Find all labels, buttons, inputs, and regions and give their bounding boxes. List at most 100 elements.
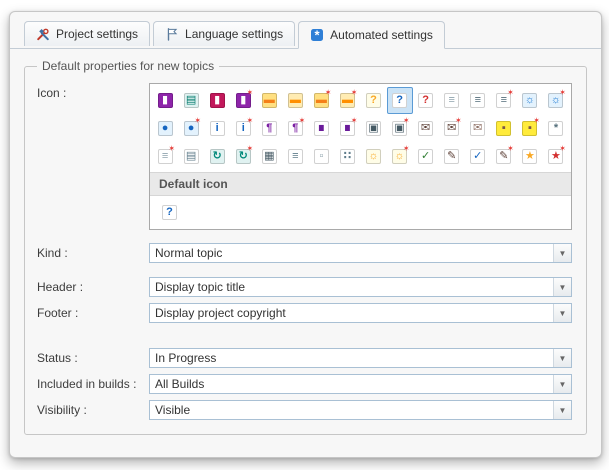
tab-bar: Project settings Language settings * Aut… — [10, 12, 601, 49]
star-page-icon[interactable]: ★ — [517, 143, 543, 170]
status-select[interactable]: In Progress ▼ — [149, 348, 572, 368]
icon-glyph: ☼ — [392, 149, 408, 164]
bookmark-icon[interactable]: ∎ — [308, 115, 334, 142]
icon-glyph: ↻ — [235, 149, 251, 164]
visibility-select[interactable]: Visible ▼ — [149, 400, 572, 420]
icon-glyph: ▤ — [183, 149, 199, 164]
sent-mail-icon[interactable]: ✉ — [465, 115, 491, 142]
header-select[interactable]: Display topic title ▼ — [149, 277, 572, 297]
mail-icon[interactable]: ✉ — [413, 115, 439, 142]
chevron-down-icon[interactable]: ▼ — [553, 278, 571, 296]
chevron-down-icon[interactable]: ▼ — [553, 304, 571, 322]
header-value: Display topic title — [155, 280, 246, 294]
icon-glyph: ▦ — [261, 149, 277, 164]
screen-icon[interactable]: ▣ — [361, 115, 387, 142]
new-target-icon[interactable]: ● ✶ — [178, 115, 204, 142]
kind-select[interactable]: Normal topic ▼ — [149, 243, 572, 263]
settings-dialog: Project settings Language settings * Aut… — [9, 11, 602, 458]
small-page-icon[interactable]: ▫ — [308, 143, 334, 170]
new-info-icon[interactable]: i ✶ — [230, 115, 256, 142]
icon-label: Icon : — [37, 86, 67, 100]
edit-page-icon[interactable]: ✎ — [439, 143, 465, 170]
new-open-folder-icon[interactable]: ▬ ✶ — [334, 87, 360, 114]
icon-glyph: ✓ — [470, 149, 486, 164]
new-mail-icon[interactable]: ✉ ✶ — [439, 115, 465, 142]
icon-glyph: ? — [392, 93, 408, 108]
info-icon[interactable]: i — [204, 115, 230, 142]
icon-glyph: ? — [418, 93, 434, 108]
check-page-icon[interactable]: ✓ — [413, 143, 439, 170]
copy-pages-icon[interactable]: ▤ — [178, 143, 204, 170]
pink-book-icon[interactable]: ▮ — [204, 87, 230, 114]
folder-icon[interactable]: ▬ — [256, 87, 282, 114]
chevron-down-icon[interactable]: ▼ — [553, 375, 571, 393]
new-refresh-icon[interactable]: ↻ ✶ — [230, 143, 256, 170]
status-value: In Progress — [155, 351, 217, 365]
help-topic-yellow-icon[interactable]: ? — [361, 87, 387, 114]
tab-label: Language settings — [185, 27, 284, 41]
icon-grid: ▮ ▤ ▮ ▮ ✶ ▬ ▬ ▬ ✶ ▬ ✶??? ≡ ≡ ≡ ✶ ☼ ☼ ✶ ● ● ✶ i i ✶ ¶ ¶ ✶ ∎ ∎ ✶ ▣ ▣ ✶ ✉ ✉ ✶ ✉… — [150, 84, 571, 172]
open-folder-icon[interactable]: ▬ — [282, 87, 308, 114]
icon-glyph: ☼ — [522, 93, 538, 108]
gear-icon[interactable]: * — [543, 115, 569, 142]
chevron-down-icon[interactable]: ▼ — [553, 244, 571, 262]
icon-glyph: ▬ — [261, 93, 277, 108]
icon-glyph: ≡ — [287, 149, 303, 164]
tab-automated-settings[interactable]: * Automated settings — [298, 21, 445, 49]
new-note-icon[interactable]: ¶ ✶ — [282, 115, 308, 142]
lock-icon[interactable]: ▪ — [491, 115, 517, 142]
builds-label: Included in builds : — [37, 377, 137, 391]
icon-glyph: ∷ — [339, 149, 355, 164]
builds-select[interactable]: All Builds ▼ — [149, 374, 572, 394]
icon-glyph: ★ — [548, 149, 564, 164]
new-page-icon[interactable]: ≡ ✶ — [491, 87, 517, 114]
new-screen-icon[interactable]: ▣ ✶ — [387, 115, 413, 142]
new-folder-icon[interactable]: ▬ ✶ — [308, 87, 334, 114]
chevron-down-icon[interactable]: ▼ — [553, 401, 571, 419]
icon-glyph: ✉ — [418, 121, 434, 136]
new-special-icon[interactable]: ★ ✶ — [543, 143, 569, 170]
snippet-icon[interactable]: ∷ — [334, 143, 360, 170]
help-topic-red-icon[interactable]: ? — [413, 87, 439, 114]
note-icon[interactable]: ¶ — [256, 115, 282, 142]
builds-value: All Builds — [155, 377, 205, 391]
new-topic-icon[interactable]: ≡ ✶ — [152, 143, 178, 170]
tab-language-settings[interactable]: Language settings — [153, 21, 296, 46]
page-icon[interactable]: ≡ — [439, 87, 465, 114]
new-book-icon[interactable]: ▮ ✶ — [230, 87, 256, 114]
new-idea-icon[interactable]: ☼ ✶ — [387, 143, 413, 170]
footer-select[interactable]: Display project copyright ▼ — [149, 303, 572, 323]
default-icon-row: ? — [150, 196, 571, 229]
visibility-label: Visibility : — [37, 403, 87, 417]
chevron-down-icon[interactable]: ▼ — [553, 349, 571, 367]
icon-glyph: ¶ — [287, 121, 303, 136]
icon-glyph: i — [235, 121, 251, 136]
icon-picker: ▮ ▤ ▮ ▮ ✶ ▬ ▬ ▬ ✶ ▬ ✶??? ≡ ≡ ≡ ✶ ☼ ☼ ✶ ● ● ✶ i i ✶ ¶ ¶ ✶ ∎ ∎ ✶ ▣ ▣ ✶ ✉ ✉ ✶ ✉… — [149, 83, 572, 230]
approved-page-icon[interactable]: ✓ — [465, 143, 491, 170]
tab-project-settings[interactable]: Project settings — [24, 21, 151, 46]
help-topic-blue-icon[interactable]: ? — [386, 87, 413, 114]
icon-glyph: * — [548, 121, 564, 136]
icon-glyph: ≡ — [496, 93, 512, 108]
new-web-topic-icon[interactable]: ☼ ✶ — [543, 87, 569, 114]
refresh-icon[interactable]: ↻ — [204, 143, 230, 170]
new-lock-icon[interactable]: ▪ ✶ — [517, 115, 543, 142]
icon-glyph: ∎ — [313, 121, 329, 136]
pages-stack-icon[interactable]: ≡ — [282, 143, 308, 170]
automation-icon: * — [310, 28, 324, 42]
new-bookmark-icon[interactable]: ∎ ✶ — [334, 115, 360, 142]
idea-icon[interactable]: ☼ — [361, 143, 387, 170]
page-text-icon[interactable]: ≡ — [465, 87, 491, 114]
open-book-icon[interactable]: ▤ — [178, 87, 204, 114]
purple-book-icon[interactable]: ▮ — [152, 87, 178, 114]
new-edit-page-icon[interactable]: ✎ ✶ — [491, 143, 517, 170]
target-icon[interactable]: ● — [152, 115, 178, 142]
icon-glyph: ▣ — [366, 121, 382, 136]
web-topic-icon[interactable]: ☼ — [517, 87, 543, 114]
icon-glyph: ✎ — [496, 149, 512, 164]
default-icon-header: Default icon — [150, 172, 571, 196]
header-label: Header : — [37, 280, 84, 294]
default-help-icon[interactable]: ? — [158, 202, 181, 223]
icon-glyph: ≡ — [470, 93, 486, 108]
printer-icon[interactable]: ▦ — [256, 143, 282, 170]
